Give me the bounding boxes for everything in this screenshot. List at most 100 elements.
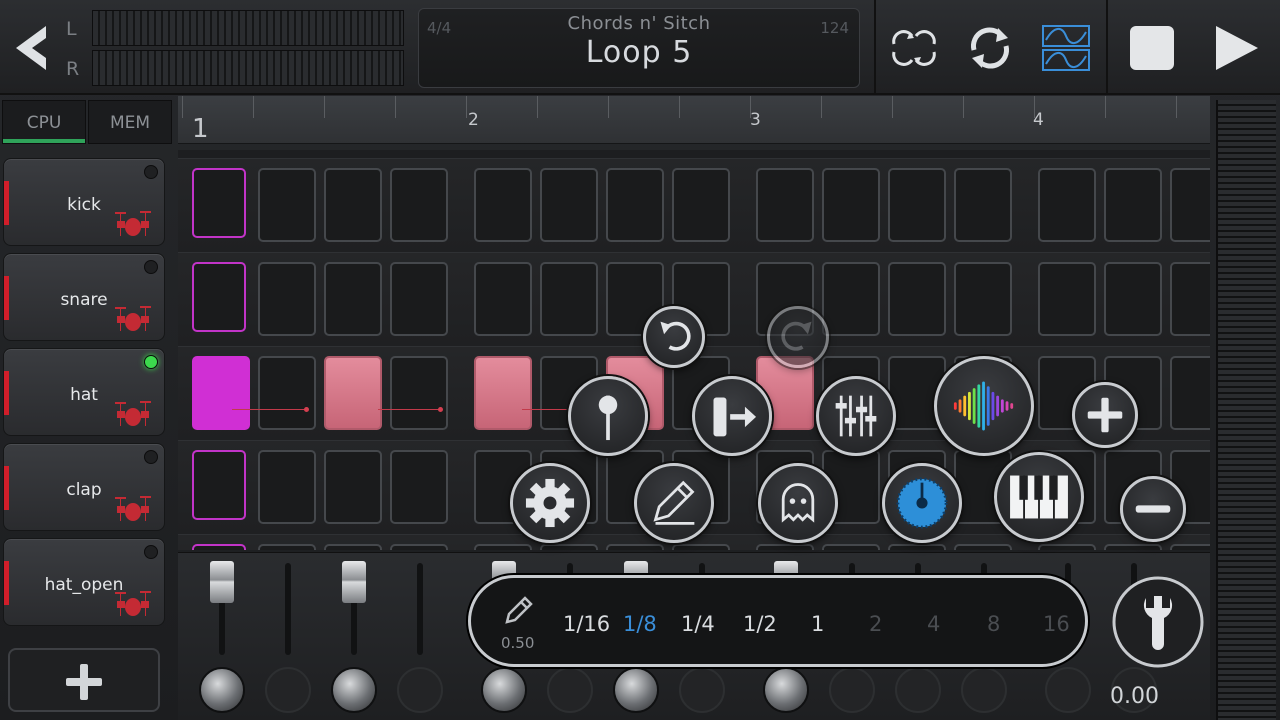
settings-button[interactable] [510,463,590,543]
track-hat-open[interactable]: hat_open [3,538,165,626]
wave-edit-icon[interactable] [1040,22,1092,74]
step-cell[interactable] [822,544,880,550]
back-arrow-icon[interactable] [10,22,54,74]
pan-knob[interactable] [199,667,245,713]
step-cell[interactable] [192,544,246,550]
quantize-option[interactable]: 1/16 [563,612,610,636]
mixer-settings-button[interactable] [816,376,896,456]
quantize-option[interactable]: 4 [927,612,940,636]
track-hat[interactable]: hat [3,348,165,436]
step-cell[interactable] [540,544,598,550]
step-cell[interactable] [1170,356,1210,430]
step-cell[interactable] [672,544,730,550]
step-cell[interactable] [192,168,246,238]
pan-knob[interactable] [331,667,377,713]
redo-button[interactable] [767,306,829,368]
note-length-button[interactable] [692,376,772,456]
track-clap[interactable]: clap [3,443,165,531]
step-cell[interactable] [954,544,1012,550]
step-cell[interactable] [390,450,448,524]
step-cell[interactable] [474,168,532,242]
ghost-notes-button[interactable] [758,463,838,543]
step-cell[interactable] [474,262,532,336]
step-cell[interactable] [1038,544,1096,550]
fader-track[interactable] [417,563,423,655]
step-cell[interactable] [756,544,814,550]
step-cell[interactable] [888,168,946,242]
step-cell[interactable] [192,262,246,332]
waveform-button[interactable] [934,356,1034,456]
timeline-ruler[interactable]: 1 2 3 4 [178,96,1210,144]
tempo-dial-button[interactable] [882,463,962,543]
step-cell[interactable] [954,262,1012,336]
step-cell[interactable] [540,168,598,242]
step-cell[interactable] [474,356,532,430]
pan-knob[interactable] [1045,667,1091,713]
quantize-option[interactable]: 8 [987,612,1000,636]
add-track-button[interactable] [8,648,160,712]
step-cell[interactable] [258,544,316,550]
step-cell[interactable] [1170,262,1210,336]
step-cell[interactable] [1170,544,1210,550]
wrench-button[interactable] [1110,574,1206,670]
step-cell[interactable] [822,262,880,336]
quantize-option[interactable]: 1/8 [623,612,657,636]
step-cell[interactable] [324,356,382,430]
step-cell[interactable] [822,168,880,242]
step-cell[interactable] [606,544,664,550]
pan-knob[interactable] [265,667,311,713]
pan-knob[interactable] [895,667,941,713]
song-panel[interactable]: 4/4 124 Chords n' Sitch Loop 5 [418,8,860,88]
piano-roll-button[interactable] [994,452,1084,542]
step-cell[interactable] [192,450,246,520]
pan-knob[interactable] [829,667,875,713]
pan-knob[interactable] [763,667,809,713]
fader-handle[interactable] [210,561,234,603]
step-cell[interactable] [606,168,664,242]
edit-button[interactable] [634,463,714,543]
step-cell[interactable] [1104,544,1162,550]
play-icon[interactable] [1210,22,1262,74]
stop-icon[interactable] [1126,22,1178,74]
pan-knob[interactable] [547,667,593,713]
fader-track[interactable] [285,563,291,655]
step-cell[interactable] [756,168,814,242]
step-cell[interactable] [258,356,316,430]
step-cell[interactable] [324,168,382,242]
quantize-option[interactable]: 1/4 [681,612,715,636]
step-cell[interactable] [1104,262,1162,336]
step-cell[interactable] [888,544,946,550]
undo-button[interactable] [643,306,705,368]
pan-knob[interactable] [397,667,443,713]
step-cell[interactable] [324,450,382,524]
pan-knob[interactable] [613,667,659,713]
step-cell[interactable] [258,168,316,242]
remove-button[interactable] [1120,476,1186,542]
step-cell[interactable] [1038,262,1096,336]
step-cell[interactable] [390,168,448,242]
step-cell[interactable] [540,262,598,336]
track-snare[interactable]: snare [3,253,165,341]
pencil-icon[interactable] [501,592,537,628]
pan-knob[interactable] [679,667,725,713]
velocity-button[interactable] [568,376,648,456]
step-cell[interactable] [324,262,382,336]
link-loops-icon[interactable] [888,22,940,74]
step-cell[interactable] [1038,168,1096,242]
step-cell[interactable] [672,168,730,242]
step-cell[interactable] [390,356,448,430]
step-cell[interactable] [954,168,1012,242]
step-cell[interactable] [192,356,250,430]
pan-knob[interactable] [961,667,1007,713]
quantize-option[interactable]: 16 [1043,612,1070,636]
step-cell[interactable] [258,262,316,336]
fader-handle[interactable] [342,561,366,603]
step-cell[interactable] [888,262,946,336]
step-cell[interactable] [390,544,448,550]
step-cell[interactable] [1170,168,1210,242]
loop-icon[interactable] [964,22,1016,74]
step-cell[interactable] [1104,168,1162,242]
step-cell[interactable] [390,262,448,336]
step-cell[interactable] [324,544,382,550]
quantize-option[interactable]: 1/2 [743,612,777,636]
